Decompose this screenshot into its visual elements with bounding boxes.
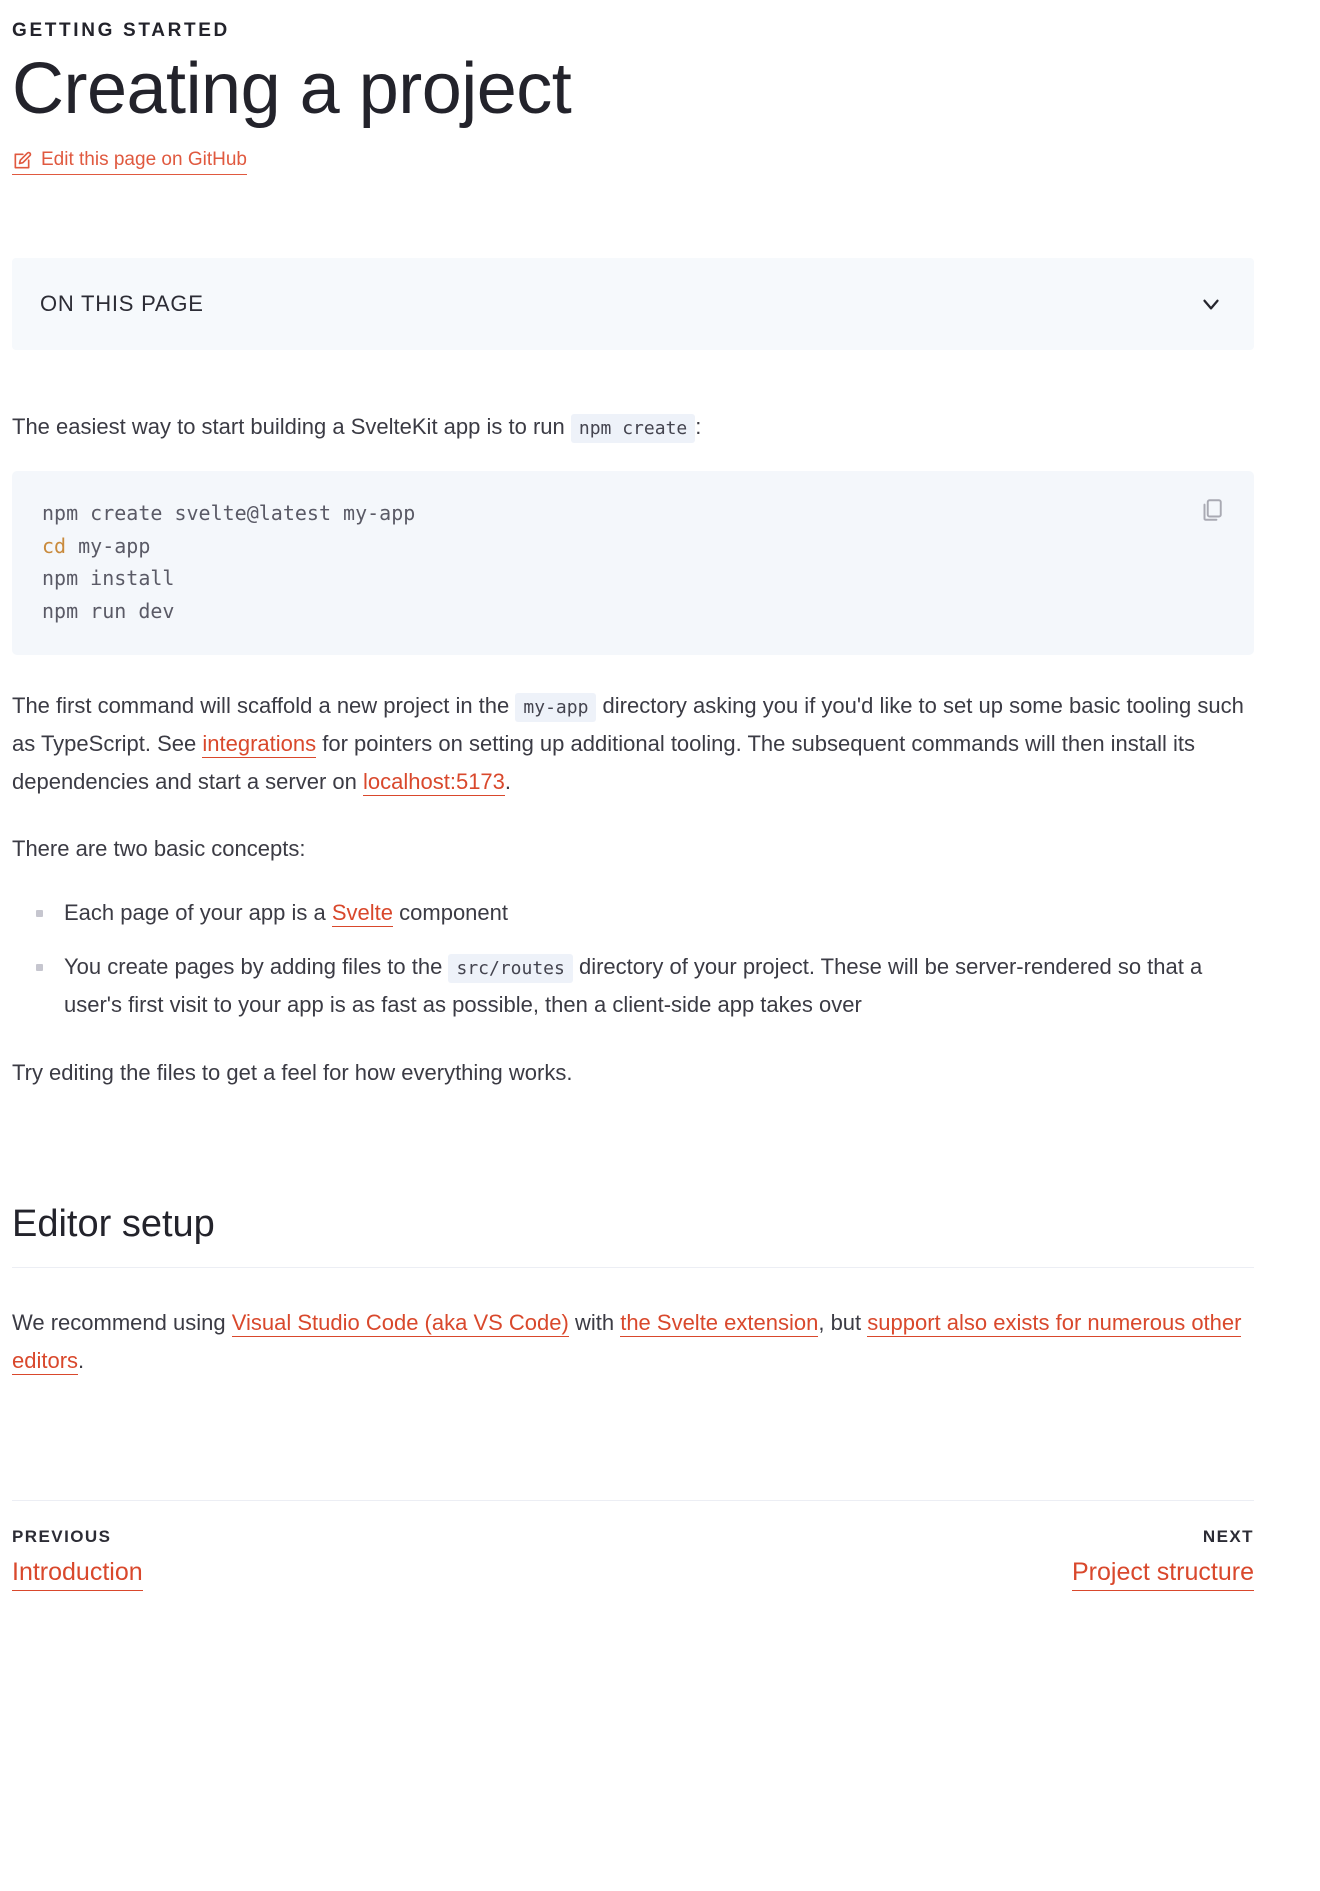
- copy-code-button[interactable]: [1194, 493, 1228, 527]
- scaffold-text-1: The first command will scaffold a new pr…: [12, 693, 510, 718]
- on-this-page-label: ON THIS PAGE: [40, 290, 204, 316]
- localhost-link[interactable]: localhost:5173: [363, 768, 505, 796]
- editor-text-4: .: [78, 1347, 85, 1373]
- svelte-link[interactable]: Svelte: [331, 900, 394, 928]
- doc-page: GETTING STARTED Creating a project Edit …: [0, 0, 1320, 1621]
- concept-1-text-2: component: [399, 900, 508, 926]
- concept-1-text-1: Each page of your app is a: [64, 900, 326, 926]
- edit-on-github-label: Edit this page on GitHub: [41, 149, 247, 171]
- next-nav: NEXT Project structure: [1071, 1526, 1254, 1591]
- svelte-extension-link[interactable]: the Svelte extension: [620, 1310, 819, 1338]
- page-title: Creating a project: [12, 48, 572, 129]
- concepts-closing: Try editing the files to get a feel for …: [12, 1059, 573, 1085]
- previous-kicker: PREVIOUS: [12, 1526, 112, 1546]
- scaffold-paragraph: The first command will scaffold a new pr…: [12, 687, 1254, 800]
- copy-icon: [1198, 499, 1224, 526]
- code-block: npm create svelte@latest my-app cd my-ap…: [12, 471, 1254, 655]
- editor-setup-section: Editor setup We recommend using Visual S…: [12, 1200, 1254, 1380]
- next-kicker: NEXT: [1202, 1526, 1254, 1546]
- code-block-content: npm create svelte@latest my-app cd my-ap…: [42, 497, 1224, 627]
- editor-text-2: with: [574, 1310, 615, 1336]
- vscode-link[interactable]: Visual Studio Code (aka VS Code): [231, 1310, 569, 1338]
- code-line: npm install: [42, 566, 175, 591]
- code-line: npm run dev: [42, 598, 175, 623]
- edit-on-github-link[interactable]: Edit this page on GitHub: [12, 149, 247, 176]
- editor-setup-heading: Editor setup: [12, 1200, 1254, 1269]
- previous-nav: PREVIOUS Introduction: [12, 1527, 143, 1591]
- list-item: You create pages by adding files to the …: [12, 948, 1254, 1024]
- editor-setup-paragraph: We recommend using Visual Studio Code (a…: [12, 1304, 1254, 1380]
- inline-code-my-app: my-app: [515, 693, 597, 722]
- scaffold-text-4: .: [504, 768, 512, 794]
- code-line: cd my-app: [42, 533, 151, 558]
- breadcrumb-eyebrow: GETTING STARTED: [12, 20, 230, 41]
- previous-page-link[interactable]: Introduction: [12, 1557, 143, 1591]
- integrations-link[interactable]: integrations: [202, 730, 317, 758]
- chevron-down-icon[interactable]: [1198, 291, 1224, 317]
- page-header: GETTING STARTED Creating a project Edit …: [12, 18, 1254, 176]
- intro-text-before: The easiest way to start building a Svel…: [12, 413, 565, 439]
- inline-code-src-routes: src/routes: [448, 954, 573, 984]
- concepts-lead: There are two basic concepts:: [12, 836, 306, 862]
- concepts-list: Each page of your app is a Svelte compon…: [12, 894, 1254, 1023]
- article-body: The easiest way to start building a Svel…: [12, 408, 1254, 1092]
- intro-text-after: :: [695, 413, 702, 439]
- concept-2-text-1: You create pages by adding files to the: [64, 954, 443, 980]
- editor-setup-body: We recommend using Visual Studio Code (a…: [12, 1304, 1254, 1380]
- editor-text-3: , but: [818, 1310, 862, 1336]
- list-item: Each page of your app is a Svelte compon…: [12, 894, 1254, 932]
- intro-paragraph: The easiest way to start building a Svel…: [12, 408, 1254, 446]
- next-page-link[interactable]: Project structure: [1071, 1557, 1254, 1591]
- inline-code-npm-create: npm create: [570, 413, 696, 443]
- pencil-square-icon: [12, 151, 32, 171]
- page-navigation: PREVIOUS Introduction NEXT Project struc…: [12, 1499, 1254, 1621]
- code-line: npm create svelte@latest my-app: [42, 501, 416, 526]
- on-this-page-toggle[interactable]: ON THIS PAGE: [12, 257, 1254, 350]
- editor-text-1: We recommend using: [12, 1310, 226, 1336]
